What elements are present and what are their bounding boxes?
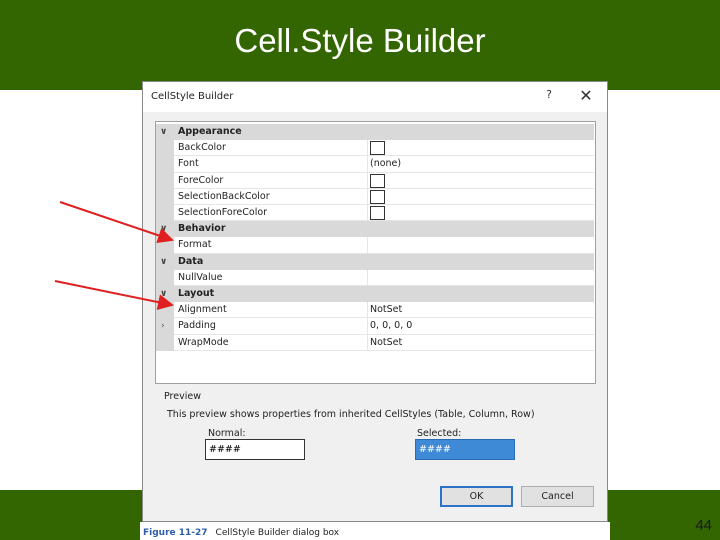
preview-description: This preview shows properties from inher… [167, 409, 535, 420]
row-gutter: › [156, 318, 174, 335]
chevron-down-icon[interactable]: ∨ [160, 286, 170, 302]
property-value[interactable] [368, 237, 594, 254]
property-row-alignment[interactable]: Alignment NotSet [156, 302, 594, 319]
chevron-down-icon[interactable]: ∨ [160, 221, 170, 237]
property-name: Alignment [174, 302, 368, 319]
color-swatch-icon [370, 206, 385, 220]
slide-title: Cell.Style Builder [234, 22, 486, 59]
property-row-selectionforecolor[interactable]: SelectionForeColor [156, 205, 594, 222]
property-name: NullValue [174, 269, 368, 286]
color-swatch-icon [370, 141, 385, 156]
cancel-button[interactable]: Cancel [521, 486, 594, 507]
chevron-right-icon[interactable]: › [161, 318, 165, 334]
property-row-format[interactable]: Format [156, 237, 594, 254]
row-gutter [156, 140, 174, 157]
color-swatch-icon [370, 173, 385, 188]
selected-preview-box: #### [415, 439, 515, 460]
property-row-font[interactable]: Font (none) [156, 156, 594, 173]
row-gutter [156, 237, 174, 254]
row-gutter [156, 156, 174, 173]
category-appearance[interactable]: ∨ Appearance [156, 124, 594, 141]
property-name: WrapMode [174, 334, 368, 351]
figure-number: Figure 11-27 [143, 528, 208, 538]
property-name: BackColor [174, 140, 368, 157]
close-button[interactable]: ✕ [575, 86, 597, 106]
category-label: Data [178, 255, 204, 267]
category-data[interactable]: ∨ Data [156, 253, 594, 270]
row-gutter [156, 172, 174, 189]
row-gutter [156, 302, 174, 319]
property-name: Padding [174, 318, 368, 335]
property-value[interactable]: NotSet [368, 302, 594, 319]
slide-number: 44 [695, 517, 712, 534]
property-row-selectionbackcolor[interactable]: SelectionBackColor [156, 188, 594, 205]
category-label: Appearance [178, 126, 242, 137]
property-value[interactable] [368, 140, 594, 157]
property-name: SelectionForeColor [174, 205, 368, 222]
category-behavior[interactable]: ∨ Behavior [156, 221, 594, 238]
figure-caption: Figure 11-27 CellStyle Builder dialog box [143, 528, 339, 538]
chevron-down-icon[interactable]: ∨ [160, 124, 170, 140]
property-value[interactable] [368, 173, 594, 189]
property-row-nullvalue[interactable]: NullValue [156, 269, 594, 286]
preview-group: Preview This preview shows properties fr… [155, 388, 596, 478]
figure-caption-text: CellStyle Builder dialog box [215, 528, 340, 538]
property-value[interactable] [368, 205, 594, 222]
row-gutter [156, 205, 174, 222]
property-name: SelectionBackColor [174, 188, 368, 205]
row-gutter [156, 334, 174, 351]
property-name: ForeColor [174, 172, 368, 189]
dialog-title: CellStyle Builder [151, 91, 234, 102]
property-value[interactable]: NotSet [368, 335, 594, 351]
property-value[interactable] [368, 270, 594, 286]
ok-button[interactable]: OK [440, 486, 513, 507]
property-name: Format [174, 237, 368, 254]
property-value[interactable]: 0, 0, 0, 0 [368, 318, 594, 335]
selected-label: Selected: [417, 428, 462, 439]
property-grid: ∨ Appearance BackColor Font (none) ForeC… [155, 121, 596, 384]
property-row-backcolor[interactable]: BackColor [156, 140, 594, 157]
category-layout[interactable]: ∨ Layout [156, 286, 594, 303]
cellstyle-builder-dialog: CellStyle Builder ? ✕ ∨ Appearance BackC… [142, 81, 608, 522]
help-button[interactable]: ? [541, 88, 557, 106]
property-row-wrapmode[interactable]: WrapMode NotSet [156, 334, 594, 351]
dialog-titlebar: CellStyle Builder ? ✕ [143, 82, 607, 112]
property-value[interactable]: (none) [368, 156, 594, 173]
normal-label: Normal: [208, 428, 246, 439]
property-row-forecolor[interactable]: ForeColor [156, 172, 594, 189]
property-name: Font [174, 156, 368, 173]
row-gutter [156, 188, 174, 205]
color-swatch-icon [370, 189, 385, 204]
preview-label: Preview [164, 391, 201, 402]
property-row-padding[interactable]: › Padding 0, 0, 0, 0 [156, 318, 594, 335]
normal-preview-box: #### [205, 439, 305, 460]
chevron-down-icon[interactable]: ∨ [160, 254, 170, 270]
property-value[interactable] [368, 189, 594, 205]
category-label: Behavior [178, 223, 226, 235]
category-label: Layout [178, 288, 215, 299]
row-gutter [156, 269, 174, 286]
